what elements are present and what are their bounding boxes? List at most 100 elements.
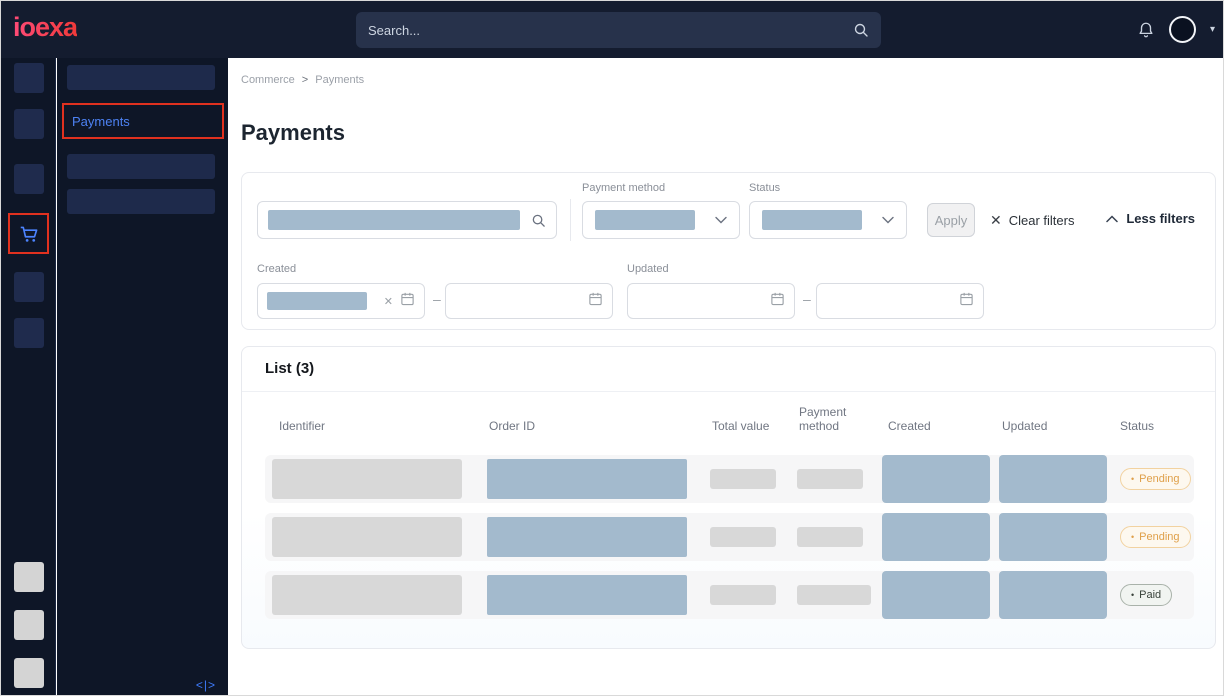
filter-divider bbox=[570, 199, 571, 241]
order-id-placeholder bbox=[487, 575, 687, 615]
search-icon bbox=[531, 213, 546, 228]
clear-filters-button[interactable]: ✕ Clear filters bbox=[990, 203, 1074, 237]
status-label: Pending bbox=[1139, 473, 1179, 485]
status-select[interactable] bbox=[749, 201, 907, 239]
created-placeholder bbox=[882, 571, 990, 619]
table-row[interactable]: • Pending bbox=[265, 455, 1194, 503]
col-header-updated: Updated bbox=[1002, 419, 1047, 433]
total-value-placeholder bbox=[710, 585, 776, 605]
created-range-dash: – bbox=[433, 291, 441, 307]
breadcrumb: Commerce > Payments bbox=[241, 74, 364, 86]
created-from-date-input[interactable]: ✕ bbox=[257, 283, 425, 319]
filters-card: Payment method Status Apply ✕ Clear filt… bbox=[241, 172, 1216, 330]
main-content: Commerce > Payments Payments Payment met… bbox=[228, 58, 1224, 696]
global-search-input[interactable] bbox=[368, 23, 853, 38]
updated-label: Updated bbox=[627, 263, 669, 275]
status-dot-icon: • bbox=[1131, 591, 1134, 600]
subnav-item-1[interactable] bbox=[67, 65, 215, 90]
status-label: Paid bbox=[1139, 589, 1161, 601]
chevron-up-icon bbox=[1106, 211, 1118, 226]
total-value-placeholder bbox=[710, 527, 776, 547]
topbar-actions: ▾ bbox=[1137, 1, 1215, 58]
status-label: Status bbox=[749, 182, 780, 194]
list-card: List (3) Identifier Order ID Total value… bbox=[241, 346, 1216, 649]
breadcrumb-commerce[interactable]: Commerce bbox=[241, 74, 295, 86]
status-badge: • Pending bbox=[1120, 468, 1191, 490]
less-filters-button[interactable]: Less filters bbox=[1106, 211, 1195, 226]
payment-method-placeholder bbox=[797, 585, 871, 605]
rail-item-6[interactable] bbox=[14, 318, 44, 348]
app-root: ioexa ▾ Payments bbox=[0, 0, 1224, 696]
sidebar-collapse-icon[interactable]: <|> bbox=[196, 678, 216, 692]
rail-item-1[interactable] bbox=[14, 63, 44, 93]
calendar-icon[interactable] bbox=[400, 291, 415, 311]
payment-method-placeholder bbox=[797, 527, 863, 547]
identifier-placeholder bbox=[272, 459, 462, 499]
page-title: Payments bbox=[241, 120, 345, 146]
user-avatar[interactable] bbox=[1169, 16, 1196, 43]
user-menu-caret-icon[interactable]: ▾ bbox=[1210, 24, 1215, 35]
subnav-item-3[interactable] bbox=[67, 154, 215, 179]
rail-item-bottom-3[interactable] bbox=[14, 658, 44, 688]
less-filters-label: Less filters bbox=[1126, 211, 1195, 226]
col-header-payment-method: Payment method bbox=[799, 405, 857, 433]
search-icon bbox=[853, 22, 869, 38]
rail-item-5[interactable] bbox=[14, 272, 44, 302]
subnav-item-payments[interactable]: Payments bbox=[62, 103, 224, 139]
updated-from-date-input[interactable] bbox=[627, 283, 795, 319]
list-title: List (3) bbox=[265, 360, 314, 377]
status-badge: • Paid bbox=[1120, 584, 1172, 606]
created-to-date-input[interactable] bbox=[445, 283, 613, 319]
rail-item-bottom-2[interactable] bbox=[14, 610, 44, 640]
created-placeholder bbox=[882, 513, 990, 561]
apply-button[interactable]: Apply bbox=[927, 203, 975, 237]
calendar-icon[interactable] bbox=[770, 291, 785, 311]
order-id-placeholder bbox=[487, 459, 687, 499]
rail-item-3[interactable] bbox=[14, 164, 44, 194]
identifier-placeholder bbox=[272, 517, 462, 557]
col-header-total-value: Total value bbox=[712, 419, 769, 433]
status-dot-icon: • bbox=[1131, 533, 1134, 542]
identifier-placeholder bbox=[272, 575, 462, 615]
status-value-placeholder bbox=[762, 210, 862, 230]
payment-method-select[interactable] bbox=[582, 201, 740, 239]
updated-range-dash: – bbox=[803, 291, 811, 307]
created-from-value-placeholder bbox=[267, 292, 367, 310]
updated-placeholder bbox=[999, 455, 1107, 503]
created-label: Created bbox=[257, 263, 296, 275]
updated-placeholder bbox=[999, 571, 1107, 619]
breadcrumb-payments[interactable]: Payments bbox=[315, 74, 364, 86]
icon-rail bbox=[1, 58, 56, 696]
status-badge: • Pending bbox=[1120, 526, 1191, 548]
payment-method-value-placeholder bbox=[595, 210, 695, 230]
list-divider bbox=[242, 391, 1215, 392]
status-label: Pending bbox=[1139, 531, 1179, 543]
chevron-down-icon bbox=[882, 216, 894, 224]
topbar: ioexa ▾ bbox=[1, 1, 1224, 58]
col-header-created: Created bbox=[888, 419, 931, 433]
close-icon: ✕ bbox=[990, 212, 1002, 229]
calendar-icon[interactable] bbox=[588, 291, 603, 311]
search-value-placeholder bbox=[268, 210, 520, 230]
chevron-down-icon bbox=[715, 216, 727, 224]
payment-method-placeholder bbox=[797, 469, 863, 489]
breadcrumb-separator: > bbox=[302, 74, 308, 86]
table-row[interactable]: • Paid bbox=[265, 571, 1194, 619]
order-id-placeholder bbox=[487, 517, 687, 557]
rail-item-commerce-highlight[interactable] bbox=[8, 213, 49, 254]
payment-method-label: Payment method bbox=[582, 182, 665, 194]
rail-item-bottom-1[interactable] bbox=[14, 562, 44, 592]
updated-to-date-input[interactable] bbox=[816, 283, 984, 319]
status-dot-icon: • bbox=[1131, 475, 1134, 484]
subnav-item-4[interactable] bbox=[67, 189, 215, 214]
brand-logo[interactable]: ioexa bbox=[13, 12, 77, 43]
global-search[interactable] bbox=[356, 12, 881, 48]
table-row[interactable]: • Pending bbox=[265, 513, 1194, 561]
calendar-icon[interactable] bbox=[959, 291, 974, 311]
filter-search-input[interactable] bbox=[257, 201, 557, 239]
subnav-payments-label: Payments bbox=[72, 114, 130, 129]
clear-date-icon[interactable]: ✕ bbox=[384, 295, 393, 308]
rail-item-2[interactable] bbox=[14, 109, 44, 139]
col-header-identifier: Identifier bbox=[279, 419, 325, 433]
notifications-bell-icon[interactable] bbox=[1137, 21, 1155, 39]
